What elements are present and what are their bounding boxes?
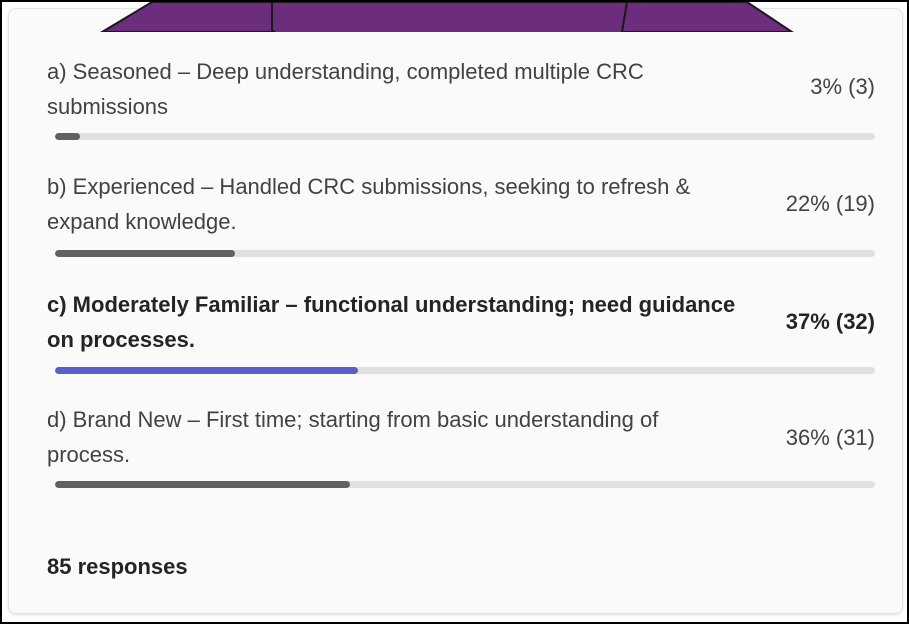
- poll-option-bar-fill: [55, 133, 80, 140]
- poll-option-result: 37% (32): [785, 309, 875, 334]
- poll-option-result: 36% (31): [785, 425, 875, 450]
- poll-option-label: c) Moderately Familiar – functional unde…: [47, 292, 736, 352]
- banner-right-shape: [620, 2, 794, 32]
- poll-option-c: c) Moderately Familiar – functional unde…: [47, 284, 875, 380]
- decorative-banner: [100, 2, 794, 32]
- banner-left-shape: [100, 2, 279, 32]
- poll-option-bar-fill: [55, 481, 351, 488]
- poll-option-bar-track: [55, 481, 875, 488]
- poll-results-card: a) Seasoned – Deep understanding, comple…: [8, 8, 903, 614]
- screenshot-frame: a) Seasoned – Deep understanding, comple…: [0, 0, 909, 624]
- poll-option-result: 22% (19): [785, 191, 875, 216]
- poll-option-d: d) Brand New – First time; starting from…: [47, 399, 875, 495]
- poll-option-b: b) Experienced – Handled CRC submissions…: [47, 166, 875, 262]
- poll-option-label: a) Seasoned – Deep understanding, comple…: [47, 59, 644, 119]
- poll-option-bar-track: [55, 250, 875, 257]
- poll-option-bar-fill: [55, 250, 236, 257]
- poll-option-a: a) Seasoned – Deep understanding, comple…: [47, 48, 875, 144]
- poll-option-label: b) Experienced – Handled CRC submissions…: [47, 174, 691, 234]
- poll-option-bar-track: [55, 133, 875, 140]
- response-count: 85 responses: [47, 554, 188, 579]
- poll-option-label: d) Brand New – First time; starting from…: [47, 407, 659, 467]
- poll-option-bar-track: [55, 367, 875, 374]
- banner-center-shape: [271, 2, 628, 32]
- poll-option-result: 3% (3): [810, 74, 875, 99]
- poll-option-bar-fill: [55, 367, 359, 374]
